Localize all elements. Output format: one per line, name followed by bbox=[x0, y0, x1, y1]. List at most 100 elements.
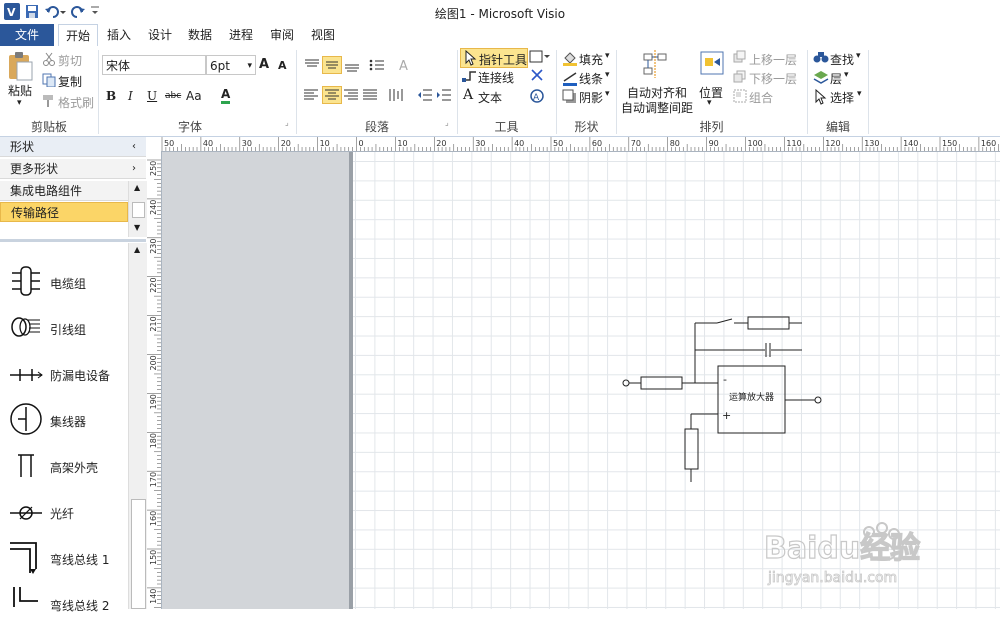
decrease-indent-icon[interactable] bbox=[417, 88, 433, 105]
copy-icon[interactable] bbox=[42, 73, 56, 90]
tab-data[interactable]: 数据 bbox=[183, 24, 217, 46]
auto-space-button[interactable]: 自动调整间距 bbox=[621, 99, 693, 116]
format-painter-button[interactable]: 格式刷 bbox=[58, 94, 94, 111]
select-icon[interactable] bbox=[813, 88, 827, 108]
line-dropdown-icon[interactable]: ▾ bbox=[605, 70, 610, 80]
more-shapes-button[interactable]: 更多形状 › bbox=[0, 159, 146, 179]
align-bottom-icon[interactable] bbox=[343, 58, 361, 75]
shadow-icon[interactable] bbox=[562, 89, 578, 108]
connector-icon[interactable] bbox=[462, 69, 478, 86]
stencil-scrollbar[interactable]: ▲ ▼ bbox=[128, 181, 147, 237]
feedback-switch[interactable] bbox=[716, 318, 733, 324]
select-button[interactable]: 选择 bbox=[830, 89, 854, 106]
cut-icon[interactable] bbox=[42, 52, 56, 69]
send-backward-button[interactable]: 下移一层 bbox=[749, 70, 797, 87]
scroll-thumb[interactable] bbox=[131, 499, 146, 609]
shrink-font-button[interactable]: A bbox=[278, 59, 287, 72]
canvas-background[interactable] bbox=[162, 152, 349, 609]
increase-indent-icon[interactable] bbox=[436, 88, 452, 105]
distribute-icon[interactable] bbox=[388, 88, 406, 105]
font-size-combo[interactable]: 6pt ▾ bbox=[206, 55, 256, 75]
tab-home[interactable]: 开始 bbox=[58, 24, 98, 47]
collapse-panel-icon[interactable]: ‹ bbox=[132, 137, 136, 157]
font-dialog-launcher-icon[interactable]: ⌟ bbox=[285, 118, 289, 127]
x-tool-icon[interactable] bbox=[531, 69, 543, 84]
italic-button[interactable]: I bbox=[128, 89, 133, 103]
tab-design[interactable]: 设计 bbox=[143, 24, 177, 46]
select-dropdown-icon[interactable]: ▾ bbox=[857, 89, 862, 99]
send-backward-icon[interactable] bbox=[733, 70, 747, 87]
tab-view[interactable]: 视图 bbox=[306, 24, 340, 46]
fill-button[interactable]: 填充 bbox=[579, 51, 603, 68]
line-icon[interactable] bbox=[562, 70, 578, 89]
position-icon[interactable] bbox=[699, 50, 725, 81]
ground-resistor[interactable] bbox=[684, 428, 699, 470]
cut-button[interactable]: 剪切 bbox=[58, 52, 82, 69]
shape-lead-group[interactable]: 引线组 bbox=[8, 309, 126, 349]
shape-hub[interactable]: 集线器 bbox=[8, 401, 126, 441]
scroll-down-icon[interactable]: ▼ bbox=[134, 223, 140, 232]
paragraph-dialog-launcher-icon[interactable]: ⌟ bbox=[445, 118, 449, 127]
find-button[interactable]: 查找 bbox=[830, 51, 854, 68]
bullets-icon[interactable] bbox=[368, 58, 386, 75]
shape-curved-bus-2[interactable]: 弯线总线 2 bbox=[8, 585, 126, 625]
output-terminal[interactable] bbox=[814, 396, 822, 404]
copy-button[interactable]: 复制 bbox=[58, 73, 82, 90]
shape-curved-bus-1[interactable]: 弯线总线 1 bbox=[8, 539, 126, 579]
shape-fiber[interactable]: 光纤 bbox=[8, 493, 126, 533]
text-tool-icon[interactable]: A bbox=[463, 87, 473, 103]
text-size-icon[interactable]: A bbox=[397, 57, 413, 76]
align-top-icon[interactable] bbox=[303, 58, 321, 75]
rectangle-tool-icon[interactable] bbox=[529, 50, 551, 67]
align-middle-icon[interactable] bbox=[322, 56, 342, 74]
stencil-integrated-circuit[interactable]: 集成电路组件 bbox=[0, 181, 128, 201]
align-center-icon[interactable] bbox=[322, 86, 342, 104]
feedback-resistor[interactable] bbox=[747, 316, 790, 330]
text-tool-button[interactable]: 文本 bbox=[478, 89, 502, 106]
scroll-up-icon[interactable]: ▲ bbox=[134, 183, 140, 192]
stencil-transmission-paths[interactable]: 传输路径 bbox=[0, 202, 128, 222]
tab-insert[interactable]: 插入 bbox=[102, 24, 136, 46]
align-right-icon[interactable] bbox=[343, 88, 359, 105]
shape-overhead-housing[interactable]: 高架外壳 bbox=[8, 447, 126, 487]
bring-forward-icon[interactable] bbox=[733, 50, 747, 67]
shadow-dropdown-icon[interactable]: ▾ bbox=[605, 89, 610, 99]
connection-point-icon[interactable]: A bbox=[529, 88, 545, 107]
input-resistor[interactable] bbox=[640, 376, 683, 390]
panel-splitter[interactable] bbox=[0, 239, 146, 242]
shapes-scrollbar[interactable]: ▲ bbox=[128, 243, 147, 609]
underline-button[interactable]: U bbox=[147, 89, 157, 103]
bold-button[interactable]: B bbox=[106, 89, 116, 103]
strikethrough-button[interactable]: abc bbox=[165, 91, 181, 101]
connector-button[interactable]: 连接线 bbox=[478, 69, 514, 86]
paste-dropdown-icon[interactable]: ▾ bbox=[17, 98, 22, 108]
group-button[interactable]: 组合 bbox=[749, 89, 773, 106]
font-color-button[interactable]: A bbox=[221, 88, 231, 104]
shadow-button[interactable]: 阴影 bbox=[579, 89, 603, 106]
line-button[interactable]: 线条 bbox=[579, 70, 603, 87]
scroll-up-icon[interactable]: ▲ bbox=[134, 245, 140, 254]
fill-dropdown-icon[interactable]: ▾ bbox=[605, 51, 610, 61]
tab-file[interactable]: 文件 bbox=[0, 24, 54, 46]
tab-review[interactable]: 审阅 bbox=[265, 24, 299, 46]
input-terminal[interactable] bbox=[622, 379, 630, 387]
align-left-icon[interactable] bbox=[303, 88, 319, 105]
auto-align-icon[interactable] bbox=[640, 48, 670, 83]
format-painter-icon[interactable] bbox=[42, 94, 56, 111]
change-case-button[interactable]: Aa bbox=[186, 89, 202, 103]
grow-font-button[interactable]: A bbox=[259, 57, 269, 72]
opamp-circuit[interactable]: - + 运算放大器 bbox=[600, 300, 840, 490]
position-dropdown-icon[interactable]: ▾ bbox=[707, 98, 712, 108]
bring-forward-button[interactable]: 上移一层 bbox=[749, 51, 797, 68]
find-dropdown-icon[interactable]: ▾ bbox=[856, 51, 861, 61]
paste-icon[interactable] bbox=[6, 50, 34, 82]
layers-icon[interactable] bbox=[813, 70, 829, 87]
scroll-thumb[interactable] bbox=[132, 202, 145, 218]
layers-button[interactable]: 层 bbox=[830, 70, 842, 87]
shape-cable-group[interactable]: 电缆组 bbox=[8, 263, 126, 303]
find-icon[interactable] bbox=[813, 50, 829, 67]
layers-dropdown-icon[interactable]: ▾ bbox=[844, 70, 849, 80]
shape-leakage-protector[interactable]: 防漏电设备 bbox=[8, 355, 126, 395]
font-name-combo[interactable]: 宋体 bbox=[102, 55, 206, 75]
paste-button[interactable]: 粘贴 bbox=[8, 82, 32, 99]
